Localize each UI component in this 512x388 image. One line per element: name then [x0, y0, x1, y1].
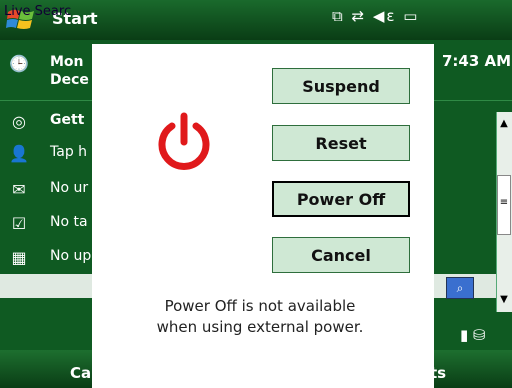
list-item-label: No ta: [50, 214, 88, 230]
bottom-tray[interactable]: ▮ ⛁: [460, 326, 512, 348]
scroll-thumb[interactable]: ≡: [497, 175, 511, 235]
sync-icon[interactable]: ⇄: [352, 7, 367, 25]
date-line1: Mon: [50, 54, 84, 70]
cancel-button[interactable]: Cancel: [272, 237, 410, 273]
device-icon[interactable]: ▮: [460, 326, 468, 344]
list-item-label: No ur: [50, 180, 89, 196]
volume-muted-icon[interactable]: ◀ε: [373, 7, 397, 25]
list-item-label: Gett: [50, 112, 85, 128]
dialog-message: Power Off is not available when using ex…: [110, 296, 410, 338]
connectivity-icon[interactable]: ⧉: [332, 7, 345, 25]
scroll-up-icon[interactable]: ▲: [496, 112, 512, 136]
scroll-down-icon[interactable]: ▼: [496, 288, 512, 312]
live-search-label: Live Searc: [4, 4, 72, 19]
power-icon: [158, 112, 210, 170]
clock-icon: 🕒: [9, 54, 29, 73]
search-icon[interactable]: ⌕: [446, 277, 474, 299]
owner-info-icon: 👤: [9, 144, 29, 163]
message-line-2: when using external power.: [156, 318, 364, 336]
messages-icon: ✉: [12, 180, 26, 199]
reset-button[interactable]: Reset: [272, 125, 410, 161]
message-line-1: Power Off is not available: [164, 297, 356, 315]
system-tray[interactable]: ⧉ ⇄ ◀ε ▭: [332, 7, 419, 25]
power-off-button[interactable]: Power Off: [272, 181, 410, 217]
list-item-label: Tap h: [50, 144, 88, 160]
tasks-icon: ☑: [11, 214, 27, 233]
clock-time[interactable]: 7:43 AM: [442, 52, 511, 70]
suspend-button[interactable]: Suspend: [272, 68, 410, 104]
battery-icon[interactable]: ▭: [403, 7, 419, 25]
getting-started-icon: ◎: [12, 112, 26, 131]
list-item-label: No up: [50, 248, 92, 264]
calendar-icon: ▦: [11, 248, 27, 267]
network-icon[interactable]: ⛁: [473, 326, 486, 344]
left-soft-key[interactable]: Ca: [70, 364, 91, 382]
date-line2: Dece: [50, 72, 89, 88]
